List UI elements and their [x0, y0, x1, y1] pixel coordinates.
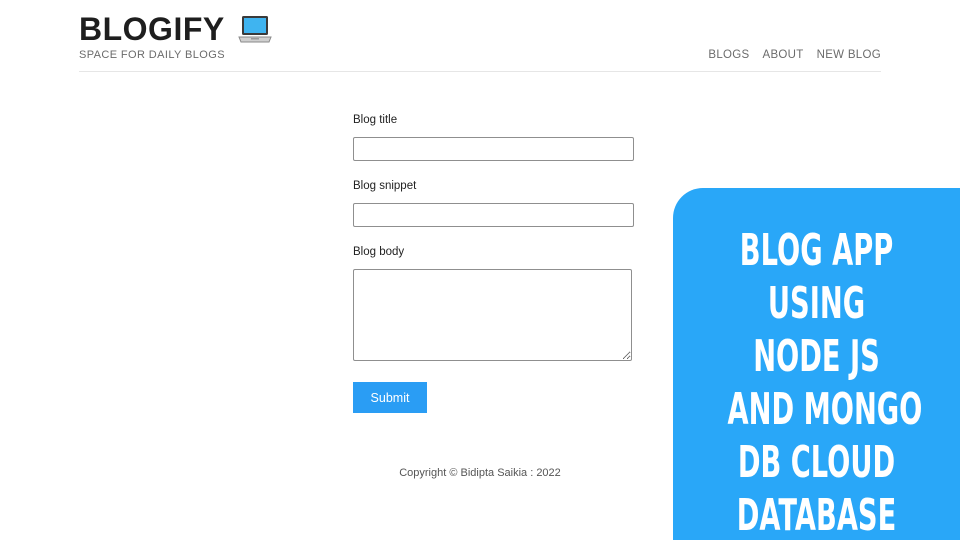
site-header: BLOGIFY SPACE FOR DAILY BLOGS BLOGS ABOU… — [79, 0, 881, 72]
laptop-icon — [237, 14, 273, 46]
nav-link-about[interactable]: ABOUT — [762, 49, 803, 61]
promo-line: DATABASE — [736, 490, 897, 541]
new-blog-form: Blog title Blog snippet Blog body Submit — [353, 114, 635, 413]
promo-banner: BLOG APP USING NODE JS AND MONGO DB CLOU… — [673, 188, 960, 542]
blog-body-textarea[interactable] — [353, 269, 632, 361]
blog-snippet-label: Blog snippet — [353, 180, 417, 192]
brand[interactable]: BLOGIFY — [79, 11, 273, 48]
promo-line: NODE JS — [753, 331, 880, 382]
nav-link-new-blog[interactable]: NEW BLOG — [817, 49, 881, 61]
blog-title-label: Blog title — [353, 114, 398, 126]
copyright-text: Copyright © Bidipta Saikia : 2022 — [399, 467, 561, 479]
submit-button[interactable]: Submit — [353, 382, 427, 413]
blog-body-label: Blog body — [353, 246, 405, 258]
blog-title-input[interactable] — [353, 137, 634, 161]
tagline: SPACE FOR DAILY BLOGS — [79, 49, 225, 61]
promo-line: AND MONGO — [727, 384, 923, 435]
nav-link-blogs[interactable]: BLOGS — [708, 49, 749, 61]
promo-line: BLOG APP — [739, 225, 894, 276]
blog-snippet-input[interactable] — [353, 203, 634, 227]
main-nav: BLOGS ABOUT NEW BLOG — [708, 49, 881, 61]
promo-line: DB CLOUD — [737, 437, 896, 488]
promo-line: USING — [767, 278, 866, 329]
promo-title: BLOG APP USING NODE JS AND MONGO DB CLOU… — [727, 224, 923, 542]
brand-title[interactable]: BLOGIFY — [79, 11, 225, 48]
